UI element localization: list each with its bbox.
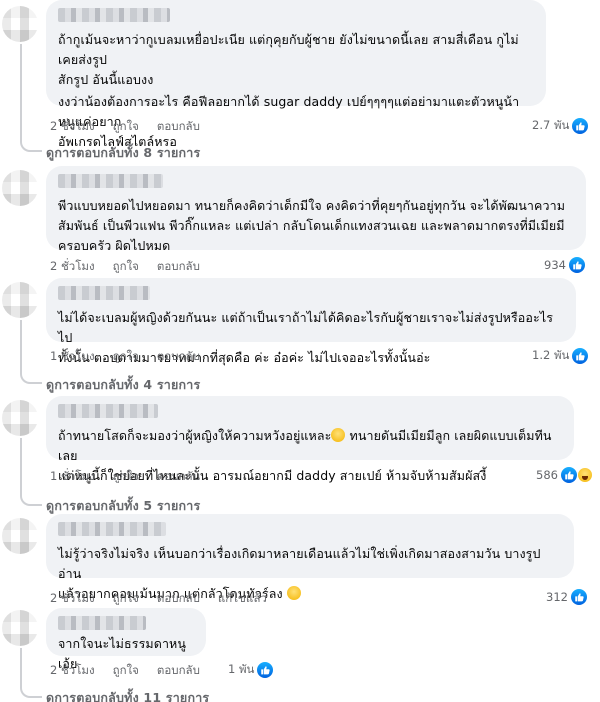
reaction-summary[interactable]: 1 พัน [224,660,276,680]
comment-bubble: ไม่ได้จะเบลมผู้หญิงด้วยกันนะ แต่ถ้าเป็นเ… [46,278,576,365]
reply-button[interactable]: ตอบกลับ [157,468,200,486]
laughing-emoji-icon [331,428,346,442]
commenter-name-redacted[interactable] [58,8,170,22]
avatar[interactable] [2,610,38,646]
thread-line [20,44,22,142]
reaction-summary[interactable]: 586 [532,466,595,484]
avatar[interactable] [2,170,38,206]
reaction-count: 1 พัน [228,662,255,676]
comment-bubble: พีวแบบหยอดไปหยอดมา ทนายก็คงคิดว่าเด็กมีใ… [46,166,586,253]
timestamp[interactable]: 2 ชั่วโมง [50,258,95,276]
like-button[interactable]: ถูกใจ [113,118,139,136]
thread-line [20,438,22,496]
like-button[interactable]: ถูกใจ [113,258,139,276]
like-button[interactable]: ถูกใจ [113,662,139,680]
like-button[interactable]: ถูกใจ [113,590,139,608]
reaction-count: 1.2 พัน [532,348,570,362]
like-icon [572,348,589,364]
like-button[interactable]: ถูกใจ [113,468,139,486]
timestamp[interactable]: 1 ชั่วโมง [50,468,95,486]
thread-line [20,648,22,688]
avatar[interactable] [2,518,38,554]
commenter-name-redacted[interactable] [58,286,150,300]
reply-button[interactable]: ตอบกลับ [157,662,200,680]
commenter-name-redacted[interactable] [58,522,166,536]
avatar[interactable] [2,400,38,436]
haha-icon [576,467,593,483]
reaction-summary[interactable]: 1.2 พัน [528,346,591,366]
view-replies-link[interactable]: ดูการตอบกลับทั้ง 5 รายการ [46,496,200,516]
comment-text: ถ้ากูเม้นจะหาว่ากูเบลมเหยื่อปะเนีย แต่กุ… [58,32,519,87]
like-icon [257,662,274,678]
reaction-count: 2.7 พัน [532,118,570,132]
view-replies-link[interactable]: ดูการตอบกลับทั้ง 4 รายการ [46,375,200,395]
comment-actions: 2 ชั่วโมง ถูกใจ ตอบกลับ [50,118,200,136]
comment-actions: 2 ชั่วโมง ถูกใจ ตอบกลับ [50,662,200,680]
comment-bubble: ไม่รู้ว่าจริงไม่จริง เห็นบอกว่าเรื่องเกิ… [46,514,574,601]
sweat-smile-emoji-icon [286,586,301,600]
reply-button[interactable]: ตอบกลับ [157,348,200,366]
thread-line [20,320,22,374]
comment-actions: 2 ชั่วโมง ถูกใจ ตอบกลับ แก้ไขแล้ว [50,590,267,608]
timestamp[interactable]: 2 ชั่วโมง [50,662,95,680]
reaction-count: 312 [546,590,568,604]
reaction-summary[interactable]: 312 [542,588,589,606]
like-button[interactable]: ถูกใจ [113,348,139,366]
reply-button[interactable]: ตอบกลับ [157,258,200,276]
comment-bubble: จากใจนะไม่ธรรมดาหนูเอ้ย [46,608,206,671]
view-replies-link[interactable]: ดูการตอบกลับทั้ง 11 รายการ [46,688,209,702]
comment-bubble: ถ้ากูเม้นจะหาว่ากูเบลมเหยื่อปะเนีย แต่กุ… [46,0,546,149]
comment-actions: 2 ชั่วโมง ถูกใจ ตอบกลับ [50,258,200,276]
comment-text: พีวแบบหยอดไปหยอดมา ทนายก็คงคิดว่าเด็กมีใ… [58,198,566,253]
commenter-name-redacted[interactable] [58,174,163,188]
commenter-name-redacted[interactable] [58,616,146,630]
like-icon [568,257,585,273]
comment-actions: 1 ชั่วโมง ถูกใจ ตอบกลับ [50,468,200,486]
reaction-count: 934 [544,258,566,272]
timestamp[interactable]: 1 ชั่วโมง [50,348,95,366]
thread-connector [20,492,42,506]
thread-connector [20,138,42,152]
thread-connector [20,370,42,384]
reaction-summary[interactable]: 934 [540,256,587,274]
reply-button[interactable]: ตอบกลับ [157,590,200,608]
view-replies-link[interactable]: ดูการตอบกลับทั้ง 8 รายการ [46,143,200,163]
comment-text-part: ถ้าทนายโสดก็จะมองว่าผู้หญิงให้ความหวังอย… [58,428,332,443]
reply-button[interactable]: ตอบกลับ [157,118,200,136]
reaction-summary[interactable]: 2.7 พัน [528,116,591,136]
avatar[interactable] [2,6,38,42]
timestamp[interactable]: 2 ชั่วโมง [50,590,95,608]
thread-connector [20,684,42,698]
like-icon [560,467,577,483]
like-icon [572,118,589,134]
like-icon [570,589,587,605]
commenter-name-redacted[interactable] [58,404,158,418]
timestamp[interactable]: 2 ชั่วโมง [50,118,95,136]
reaction-count: 586 [536,468,558,482]
avatar[interactable] [2,282,38,318]
edited-label: แก้ไขแล้ว [217,591,267,605]
comment-bubble: ถ้าทนายโสดก็จะมองว่าผู้หญิงให้ความหวังอย… [46,396,574,483]
comment-actions: 1 ชั่วโมง ถูกใจ ตอบกลับ [50,348,200,366]
